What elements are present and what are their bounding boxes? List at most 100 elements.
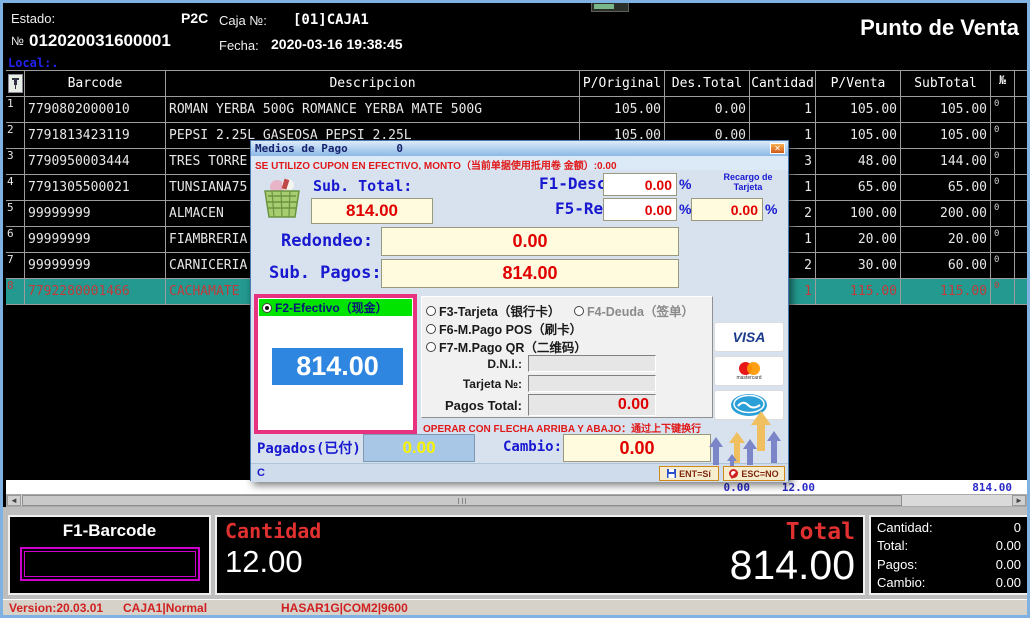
cell-rownum: 2 xyxy=(6,123,25,148)
pagos-total-label: Pagos Total: xyxy=(422,398,522,413)
cantidad-label: Cantidad xyxy=(225,519,321,543)
cell-des-total: 0.00 xyxy=(665,97,750,122)
scrollbar-thumb[interactable] xyxy=(22,495,902,506)
cell-no: 0 xyxy=(991,201,1015,226)
col-header-barcode: Barcode xyxy=(25,71,166,96)
cell-no: 0 xyxy=(991,97,1015,122)
cell-p-venta: 105.00 xyxy=(816,97,901,122)
efectivo-box: F2-Efectivo（现金） 814.00 xyxy=(254,294,417,434)
recargo-tarjeta-label: Recargo de Tarjeta xyxy=(709,172,787,192)
local-label: Local:. xyxy=(8,56,59,70)
caja-label: Caja №: xyxy=(219,13,267,28)
app-title: Punto de Venta xyxy=(860,15,1019,41)
estado-label: Estado: xyxy=(11,11,55,26)
visa-logo: VISA xyxy=(714,322,784,352)
radio-f6-mpago-pos[interactable]: F6-M.Pago POS（刷卡） xyxy=(426,319,582,338)
f4-deuda-label: F4-Deuda（签单） xyxy=(587,301,694,320)
cell-no: 0 xyxy=(991,227,1015,252)
redondeo-label: Redondeo: xyxy=(281,231,373,251)
status-caja: CAJA1|Normal xyxy=(123,601,207,615)
cell-p-venta: 100.00 xyxy=(816,201,901,226)
table-row[interactable]: 1 7790802000010 ROMAN YERBA 500G ROMANCE… xyxy=(6,97,1027,123)
f5-percent-sign: % xyxy=(679,201,691,217)
dni-field[interactable] xyxy=(528,355,656,372)
panel-total-label: Total: xyxy=(877,538,908,553)
caja-value: [01]CAJA1 xyxy=(293,12,369,28)
cell-subtotal: 200.00 xyxy=(901,201,991,226)
sum-cantidad: 12.00 xyxy=(753,481,815,494)
scroll-right-arrow-icon[interactable]: ► xyxy=(1012,495,1026,506)
col-header-subtotal: SubTotal xyxy=(901,71,991,96)
sum-des-total: 0.00 xyxy=(668,481,750,494)
cell-p-original: 105.00 xyxy=(580,97,665,122)
fecha-label: Fecha: xyxy=(219,38,259,53)
close-icon[interactable]: ✕ xyxy=(770,143,785,154)
horizontal-scrollbar[interactable]: ◄ ► xyxy=(6,494,1027,507)
scroll-left-arrow-icon[interactable]: ◄ xyxy=(7,495,21,506)
panel-total-value: 0.00 xyxy=(996,538,1021,553)
total-value: 814.00 xyxy=(730,545,855,586)
escape-cancel-button[interactable]: ESC=NO xyxy=(723,466,785,481)
cell-rownum: 3 xyxy=(6,149,25,174)
cell-p-venta: 65.00 xyxy=(816,175,901,200)
f3-tarjeta-label: F3-Tarjeta（银行卡） xyxy=(439,301,560,320)
fecha-value: 2020-03-16 19:38:45 xyxy=(271,36,403,52)
cell-subtotal: 20.00 xyxy=(901,227,991,252)
cell-barcode: 7790802000010 xyxy=(25,97,166,122)
pushpin-icon xyxy=(8,74,23,93)
cell-barcode: 99999999 xyxy=(25,253,166,278)
radio-icon xyxy=(426,342,436,352)
payment-dialog: Medios de Pago 0 ✕ SE UTILIZO CUPON EN E… xyxy=(250,140,789,481)
enter-confirm-button[interactable]: ENT=Sí xyxy=(659,466,719,481)
f1-descuento-field[interactable]: 0.00 xyxy=(603,173,677,196)
arrow-keys-instruction: OPERAR CON FLECHA ARRIBA Y ABAJO：通过上下键换行 xyxy=(423,420,773,435)
summary-panel: Cantidad:0 Total:0.00 Pagos:0.00 Cambio:… xyxy=(869,515,1029,595)
dialog-title-bar[interactable]: Medios de Pago 0 xyxy=(251,141,788,156)
pagados-field[interactable]: 0.00 xyxy=(363,434,475,462)
col-header-des-total: Des.Total xyxy=(665,71,750,96)
f5-recargo-field[interactable]: 0.00 xyxy=(603,198,677,221)
payment-methods-panel: F3-Tarjeta（银行卡） F4-Deuda（签单） F6-M.Pago P… xyxy=(421,296,713,418)
cell-rownum: 4 xyxy=(6,175,25,200)
radio-f3-tarjeta[interactable]: F3-Tarjeta（银行卡） xyxy=(426,301,560,320)
radio-f2-efectivo[interactable]: F2-Efectivo（现金） xyxy=(259,299,412,316)
table-header-row: Barcode Descripcion P/Original Des.Total… xyxy=(6,70,1027,97)
radio-f4-deuda[interactable]: F4-Deuda（签单） xyxy=(574,301,694,320)
sub-pagos-label: Sub. Pagos: xyxy=(269,263,382,283)
panel-cambio-value: 0.00 xyxy=(996,575,1021,590)
window-led-button[interactable] xyxy=(591,3,629,12)
col-header-filler xyxy=(1015,71,1027,96)
efectivo-amount-input[interactable]: 814.00 xyxy=(272,348,403,385)
cell-barcode: 7791305500021 xyxy=(25,175,166,200)
bottom-section: F1-Barcode Cantidad 12.00 Total 814.00 C… xyxy=(3,507,1027,599)
cell-no: 0 xyxy=(991,149,1015,174)
dialog-c-flag: C xyxy=(257,467,265,479)
mercadopago-logo xyxy=(714,390,784,420)
cell-p-venta: 105.00 xyxy=(816,123,901,148)
panel-cantidad-value: 0 xyxy=(1014,520,1021,535)
panel-cantidad-label: Cantidad: xyxy=(877,520,933,535)
recargo-percent-sign: % xyxy=(765,201,777,217)
recargo-tarjeta-field[interactable]: 0.00 xyxy=(691,198,763,221)
pagados-label: Pagados(已付) xyxy=(257,438,361,458)
cell-no: 0 xyxy=(991,123,1015,148)
no-entry-icon xyxy=(729,469,738,478)
radio-f7-mpago-qr[interactable]: F7-M.Pago QR（二维码） xyxy=(426,337,587,356)
cell-subtotal: 65.00 xyxy=(901,175,991,200)
barcode-input[interactable] xyxy=(20,547,200,581)
panel-cambio-label: Cambio: xyxy=(877,575,925,590)
cell-barcode: 7791813423119 xyxy=(25,123,166,148)
f1-percent-sign: % xyxy=(679,176,691,192)
cell-rownum: 8 xyxy=(6,279,25,304)
col-header-descripcion: Descripcion xyxy=(166,71,580,96)
tarjeta-no-field[interactable] xyxy=(528,375,656,392)
estado-value: P2C xyxy=(181,10,208,26)
radio-icon xyxy=(426,306,436,316)
radio-icon xyxy=(426,324,436,334)
scrollbar-grip-icon xyxy=(458,498,466,504)
cell-no: 0 xyxy=(991,279,1015,304)
radio-selected-icon xyxy=(262,303,272,313)
corner-cell xyxy=(6,71,25,96)
mercadopago-icon xyxy=(730,393,768,417)
quantity-total-panel: Cantidad 12.00 Total 814.00 xyxy=(215,515,865,595)
